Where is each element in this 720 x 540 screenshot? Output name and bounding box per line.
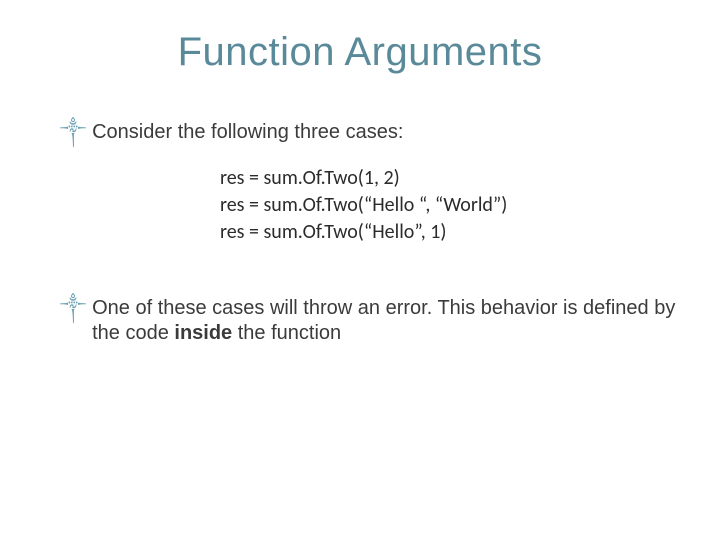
bullet-glyph-icon: ༒ xyxy=(60,120,86,145)
slide-body: ༒ Consider the following three cases: re… xyxy=(60,120,680,360)
bullet-text-bold: inside xyxy=(174,322,232,344)
code-line: res = sum.Of.Two(1, 2) xyxy=(220,165,680,192)
code-block: res = sum.Of.Two(1, 2) res = sum.Of.Two(… xyxy=(220,165,680,246)
code-line: res = sum.Of.Two(“Hello “, “World”) xyxy=(220,192,680,219)
slide-title: Function Arguments xyxy=(0,30,720,75)
slide: Function Arguments ༒ Consider the follow… xyxy=(0,0,720,540)
bullet-glyph-icon: ༒ xyxy=(60,296,86,321)
bullet-item: ༒ Consider the following three cases: xyxy=(60,120,680,145)
code-line: res = sum.Of.Two(“Hello”, 1) xyxy=(220,219,680,246)
bullet-text: One of these cases will throw an error. … xyxy=(92,296,680,346)
bullet-text: Consider the following three cases: xyxy=(92,120,680,145)
bullet-item: ༒ One of these cases will throw an error… xyxy=(60,296,680,346)
bullet-text-post: the function xyxy=(232,322,341,344)
